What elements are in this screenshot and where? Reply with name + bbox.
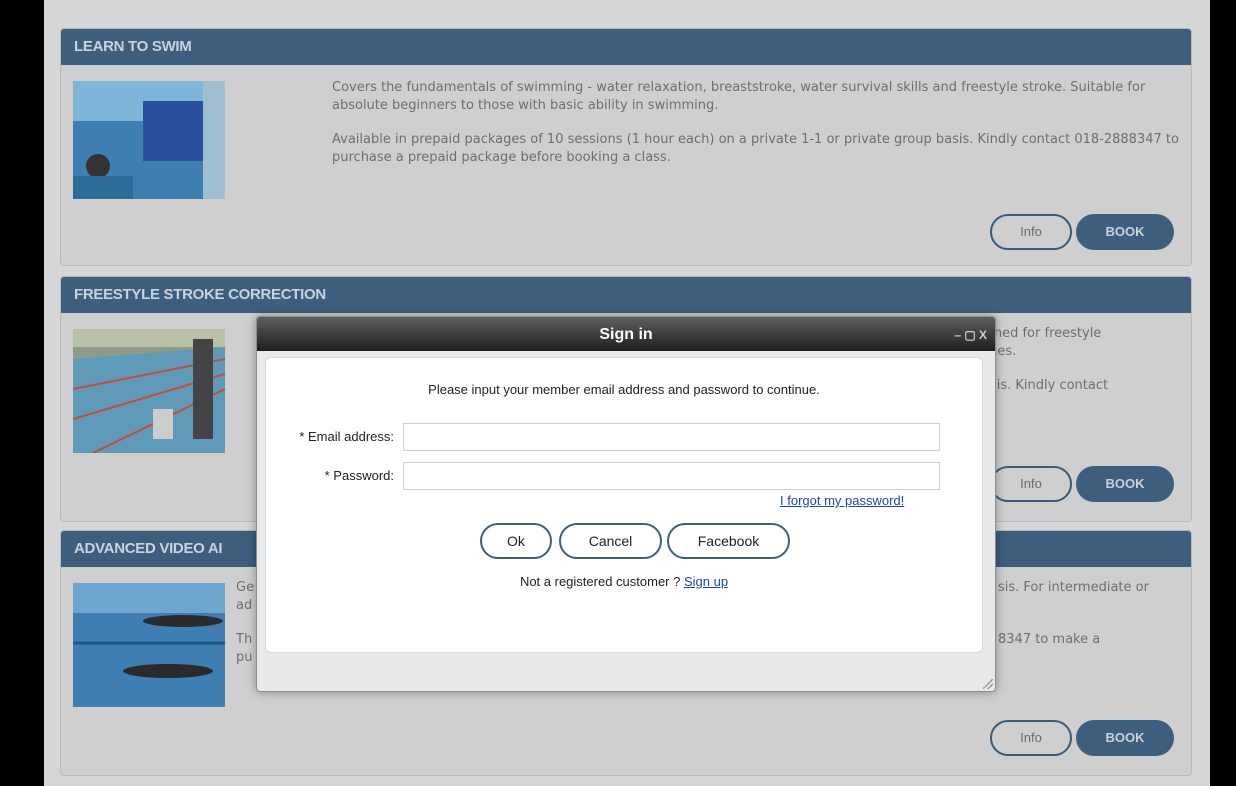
forgot-password-link[interactable]: I forgot my password! [780,493,904,508]
sign-in-prompt: Please input your member email address a… [428,382,820,397]
dialog-title: Sign in [599,326,653,343]
email-label: * Email address: [299,429,394,444]
swim-lesson-image [73,81,225,199]
card-description-para: igned for freestyle [982,326,1102,341]
card-description: igned for freestyle nces. asis. Kindly c… [982,325,1202,411]
info-button[interactable]: Info [990,466,1072,502]
card-description-para: nces. [982,344,1017,359]
password-label: * Password: [324,468,394,483]
swimmer-underwater-image [73,583,225,707]
email-field[interactable] [403,423,940,451]
class-card-learn-to-swim: LEARN TO SWIM Covers the fundamentals of… [60,28,1192,266]
card-description: sis. For intermediate or 8347 to make a [998,579,1198,649]
card-title: FREESTYLE STROKE CORRECTION [61,277,1191,313]
dialog-body: Please input your member email address a… [265,357,983,653]
ok-button[interactable]: Ok [480,523,552,559]
resize-grip-icon[interactable] [983,679,993,689]
window-controls-icon[interactable]: – ▢ X [954,317,987,353]
sign-up-link[interactable]: Sign up [684,574,728,589]
pool-image [73,329,225,453]
register-prompt: Not a registered customer ? Sign up [266,574,982,589]
book-button[interactable]: BOOK [1076,720,1174,756]
card-title: LEARN TO SWIM [61,29,1191,65]
card-description-para: sis. For intermediate or [998,580,1149,595]
facebook-button[interactable]: Facebook [667,523,790,559]
password-field[interactable] [403,462,940,490]
card-description-para: asis. Kindly contact [982,378,1109,393]
info-button[interactable]: Info [990,720,1072,756]
cancel-button[interactable]: Cancel [559,523,662,559]
sign-in-dialog: Sign in – ▢ X Please input your member e… [256,316,996,692]
card-description-para: 8347 to make a [998,632,1101,647]
card-description-para: Available in prepaid packages of 10 sess… [332,132,1179,165]
info-button[interactable]: Info [990,214,1072,250]
card-description: Covers the fundamentals of swimming - wa… [332,79,1182,183]
register-text: Not a registered customer ? [519,574,681,589]
book-button[interactable]: BOOK [1076,214,1174,250]
card-description-para: Covers the fundamentals of swimming - wa… [332,80,1146,113]
dialog-titlebar[interactable]: Sign in – ▢ X [257,317,995,351]
book-button[interactable]: BOOK [1076,466,1174,502]
